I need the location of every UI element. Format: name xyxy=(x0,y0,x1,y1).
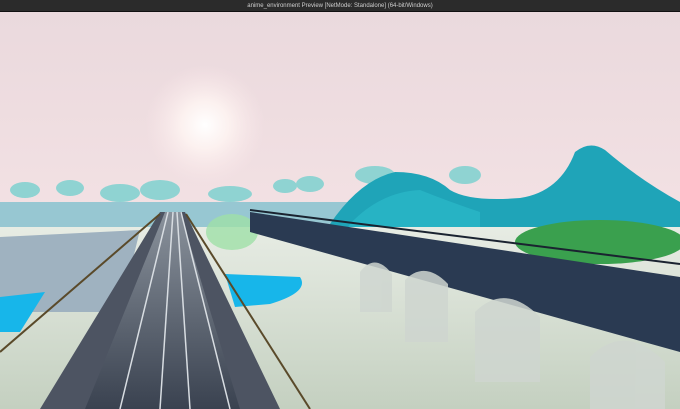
window-title: anime_environment Preview [NetMode: Stan… xyxy=(247,2,433,9)
sun xyxy=(145,65,265,185)
window-title-bar[interactable]: anime_environment Preview [NetMode: Stan… xyxy=(0,0,680,12)
scene xyxy=(0,12,680,409)
game-viewport[interactable] xyxy=(0,12,680,409)
